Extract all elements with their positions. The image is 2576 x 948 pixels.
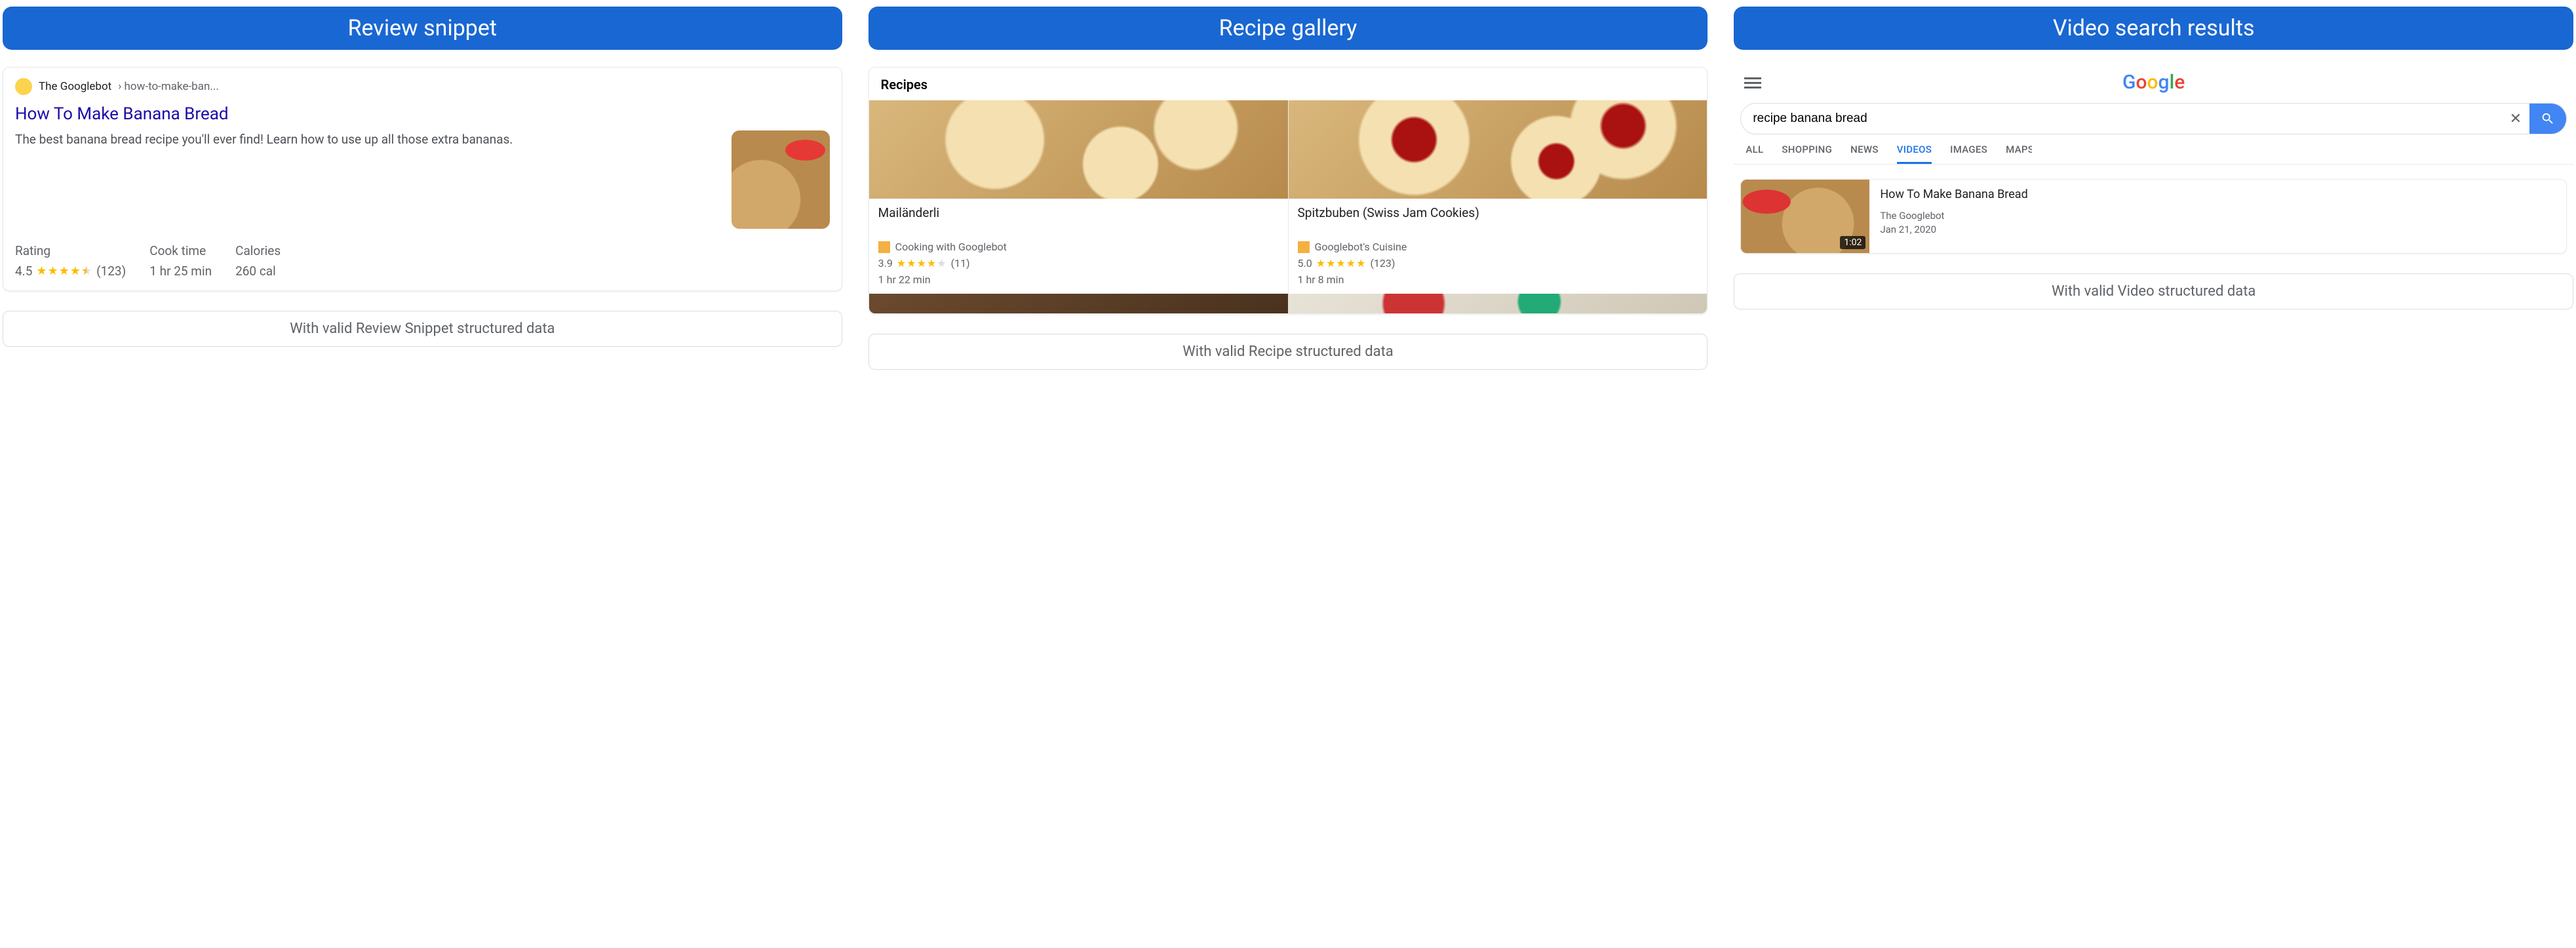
- calories-label: Calories: [235, 243, 281, 258]
- calories-metric: Calories 260 cal: [235, 243, 281, 279]
- recipe-rating-count: (11): [951, 257, 970, 269]
- gallery-caption: With valid Recipe structured data: [868, 334, 1708, 370]
- video-result[interactable]: 1:02 How To Make Banana Bread The Google…: [1740, 179, 2567, 254]
- star-icons: ★★★★★: [36, 264, 92, 278]
- recipe-source: Googlebot's Cuisine: [1315, 241, 1407, 253]
- calories-value: 260 cal: [235, 264, 281, 279]
- review-caption: With valid Review Snippet structured dat…: [3, 311, 842, 347]
- clear-icon[interactable]: ✕: [2502, 111, 2529, 127]
- video-source: The Googlebot: [1880, 209, 2027, 223]
- recipe-time: 1 hr 8 min: [1298, 273, 1698, 286]
- search-icon: [2541, 111, 2555, 126]
- result-title-link[interactable]: How To Make Banana Bread: [15, 104, 830, 124]
- recipe-image: [869, 100, 1288, 199]
- rating-label: Rating: [15, 243, 126, 258]
- recipe-gallery-card: Recipes Mailänderli Cooking with Googleb…: [868, 67, 1708, 314]
- video-thumbnail: 1:02: [1741, 180, 1869, 253]
- rating-value: 4.5: [15, 264, 32, 279]
- recipe-image: [1289, 100, 1708, 199]
- tab-news[interactable]: NEWS: [1850, 144, 1879, 164]
- gallery-title: Recipes: [869, 68, 1708, 100]
- search-tabs: ALL SHOPPING NEWS VIDEOS IMAGES MAPS: [1734, 134, 2573, 165]
- rating-metric: Rating 4.5 ★★★★★ (123): [15, 243, 126, 279]
- recipe-card[interactable]: Mailänderli Cooking with Googlebot 3.9 ★…: [869, 100, 1289, 294]
- recipe-time: 1 hr 22 min: [878, 273, 1279, 286]
- site-favicon: [15, 78, 32, 95]
- gallery-header: Recipe gallery: [868, 7, 1708, 50]
- recipe-rating-value: 5.0: [1298, 257, 1312, 269]
- source-line: The Googlebot › how-to-make-ban...: [15, 78, 830, 95]
- review-snippet-column: Review snippet The Googlebot › how-to-ma…: [3, 7, 842, 347]
- recipe-name: Mailänderli: [878, 205, 1279, 237]
- review-header: Review snippet: [3, 7, 842, 50]
- tab-videos[interactable]: VIDEOS: [1897, 144, 1932, 164]
- recipe-name: Spitzbuben (Swiss Jam Cookies): [1298, 205, 1698, 237]
- google-logo: Google: [2122, 71, 2185, 94]
- video-serp-card: Google ✕ ALL SHOPPING NEWS VIDEOS IMAGES…: [1734, 67, 2573, 254]
- examples-row: Review snippet The Googlebot › how-to-ma…: [3, 7, 2573, 370]
- review-snippet-card: The Googlebot › how-to-make-ban... How T…: [3, 67, 842, 291]
- tab-maps[interactable]: MAPS: [2006, 144, 2032, 164]
- search-button[interactable]: [2529, 104, 2566, 134]
- recipe-card[interactable]: Spitzbuben (Swiss Jam Cookies) Googlebot…: [1289, 100, 1708, 294]
- menu-icon[interactable]: [1744, 75, 1761, 91]
- source-path: › how-to-make-ban...: [118, 80, 219, 93]
- video-header: Video search results: [1734, 7, 2573, 50]
- video-results-column: Video search results Google ✕ ALL SHOPPI…: [1734, 7, 2573, 309]
- result-thumbnail: [732, 130, 830, 229]
- source-name: The Googlebot: [39, 80, 111, 93]
- cooktime-value: 1 hr 25 min: [149, 264, 212, 279]
- recipe-rating-count: (123): [1370, 257, 1395, 269]
- source-icon: [1298, 241, 1310, 253]
- search-input[interactable]: [1741, 104, 2501, 134]
- recipe-rating-value: 3.9: [878, 257, 893, 269]
- cooktime-metric: Cook time 1 hr 25 min: [149, 243, 212, 279]
- video-title: How To Make Banana Bread: [1880, 188, 2027, 201]
- gallery-peek-row: [869, 294, 1708, 313]
- result-description: The best banana bread recipe you'll ever…: [15, 130, 722, 229]
- video-date: Jan 21, 2020: [1880, 223, 2027, 237]
- source-icon: [878, 241, 890, 253]
- recipe-gallery-column: Recipe gallery Recipes Mailänderli Cooki…: [868, 7, 1708, 370]
- video-duration: 1:02: [1840, 236, 1865, 249]
- tab-shopping[interactable]: SHOPPING: [1782, 144, 1832, 164]
- video-caption: With valid Video structured data: [1734, 273, 2573, 309]
- recipe-source: Cooking with Googlebot: [895, 241, 1007, 253]
- tab-all[interactable]: ALL: [1746, 144, 1763, 164]
- star-icons: ★★★★★: [897, 257, 947, 269]
- search-bar[interactable]: ✕: [1740, 103, 2567, 134]
- cooktime-label: Cook time: [149, 243, 212, 258]
- tab-images[interactable]: IMAGES: [1950, 144, 1987, 164]
- star-icons: ★★★★★: [1316, 257, 1367, 269]
- rating-count: (123): [96, 264, 126, 279]
- metrics-row: Rating 4.5 ★★★★★ (123) Cook time 1 hr 25…: [15, 243, 830, 279]
